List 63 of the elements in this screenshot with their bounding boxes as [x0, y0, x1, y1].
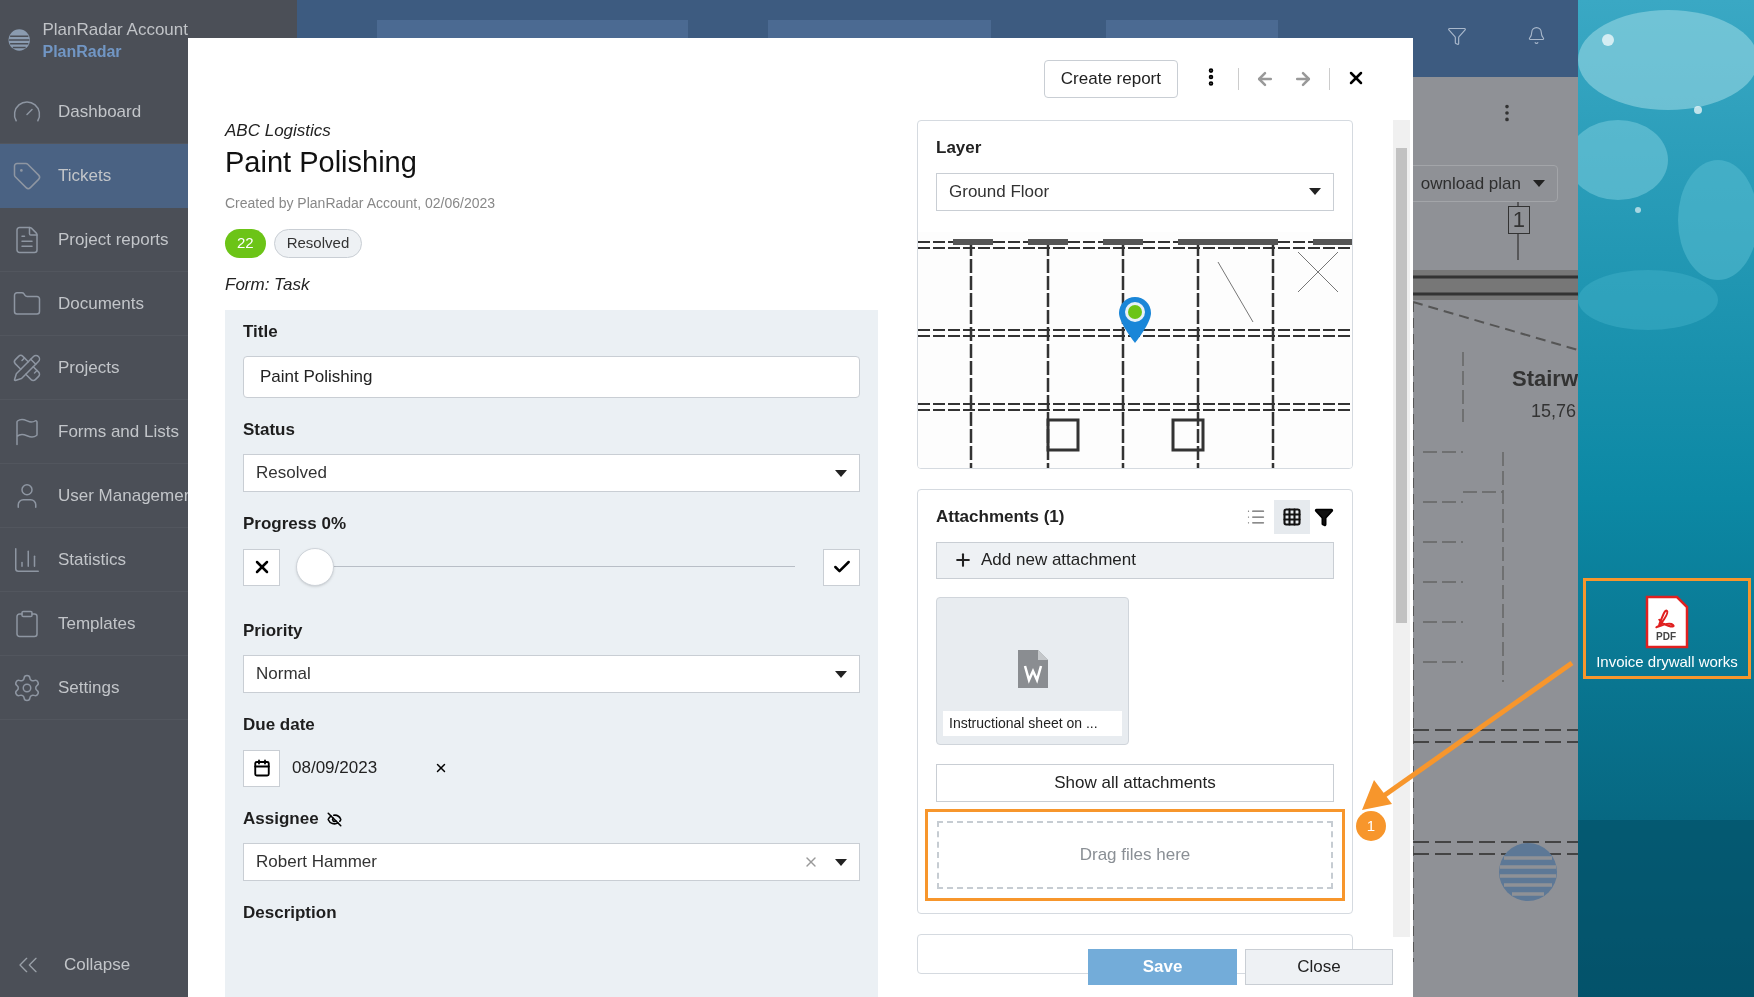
field-label: Due date [243, 714, 315, 737]
caret-icon [1533, 180, 1545, 187]
ticket-title: Paint Polishing [225, 144, 418, 180]
map-pin-icon [1118, 295, 1152, 344]
ticket-number-badge: 22 [225, 228, 266, 258]
field-label: Progress 0% [243, 513, 346, 536]
field-label: Description [243, 902, 337, 925]
caret-icon [1309, 188, 1321, 195]
clear-progress-button[interactable] [243, 548, 280, 586]
plan-grid-number: 1 [1507, 206, 1530, 234]
caret-icon [835, 670, 847, 678]
title-input[interactable]: Paint Polishing [243, 356, 860, 398]
pdf-file-icon[interactable] [1645, 595, 1689, 649]
scrollbar[interactable] [1393, 120, 1410, 937]
previous-icon[interactable] [1255, 69, 1275, 89]
form-type: Form: Task [225, 273, 311, 296]
create-report-button[interactable]: Create report [1043, 60, 1178, 98]
card-title: Attachments (1) [936, 505, 1066, 528]
add-attachment-button[interactable]: Add new attachment [936, 541, 1334, 579]
plus-icon [953, 550, 973, 570]
date-value: 08/09/2023 [292, 757, 379, 780]
select-field[interactable]: Normal [243, 655, 860, 693]
field-label: Assignee [243, 808, 319, 831]
calendar-button[interactable] [243, 749, 280, 787]
brand-name: PlanRadar [42, 42, 122, 62]
created-info: Created by PlanRadar Account, 02/06/2023 [225, 193, 497, 213]
file-name: Instructional sheet on ... [943, 710, 1122, 736]
file-type-label: PDF [1656, 631, 1676, 643]
save-button[interactable]: Save [1088, 949, 1237, 985]
slider-thumb[interactable] [296, 548, 334, 586]
field-label: Status [243, 419, 295, 442]
card-title: Layer [935, 137, 983, 159]
collapse-button[interactable]: Collapse [0, 933, 188, 997]
grid-view-icon [1282, 506, 1302, 527]
sidebar-item[interactable]: Tickets [0, 144, 188, 208]
ruler-pencil-icon [12, 352, 42, 383]
filter-icon[interactable] [1314, 506, 1334, 527]
status-badge: Resolved [273, 228, 363, 258]
view-toggle[interactable] [1274, 499, 1310, 534]
close-button[interactable]: Close [1245, 949, 1393, 985]
select-field[interactable]: Resolved [243, 454, 860, 492]
field-label: Title [243, 321, 278, 344]
project-name: ABC Logistics [225, 120, 332, 142]
account-name: PlanRadar Account [42, 19, 188, 41]
word-file-icon [1017, 649, 1048, 688]
caret-icon [835, 469, 847, 477]
calendar-icon [252, 759, 271, 777]
gear-icon [12, 672, 42, 703]
tag-icon [12, 161, 42, 191]
globe-logo-icon [1498, 842, 1558, 902]
file-name[interactable]: Invoice drywall works [1596, 651, 1738, 674]
clear-date-icon[interactable] [434, 761, 448, 775]
caret-icon [835, 858, 847, 866]
field-label: Priority [243, 620, 303, 643]
attachment-tile[interactable]: Instructional sheet on ... [936, 596, 1129, 745]
select-field[interactable]: Robert Hammer [243, 843, 860, 881]
progress-slider[interactable] [296, 548, 795, 586]
bell-icon[interactable] [1527, 26, 1546, 45]
complete-progress-button[interactable] [823, 548, 860, 586]
drop-zone[interactable]: Drag files here [937, 820, 1333, 889]
layer-select[interactable]: Ground Floor [936, 172, 1334, 211]
show-all-attachments-button[interactable]: Show all attachments [936, 763, 1334, 802]
next-icon[interactable] [1293, 69, 1313, 89]
